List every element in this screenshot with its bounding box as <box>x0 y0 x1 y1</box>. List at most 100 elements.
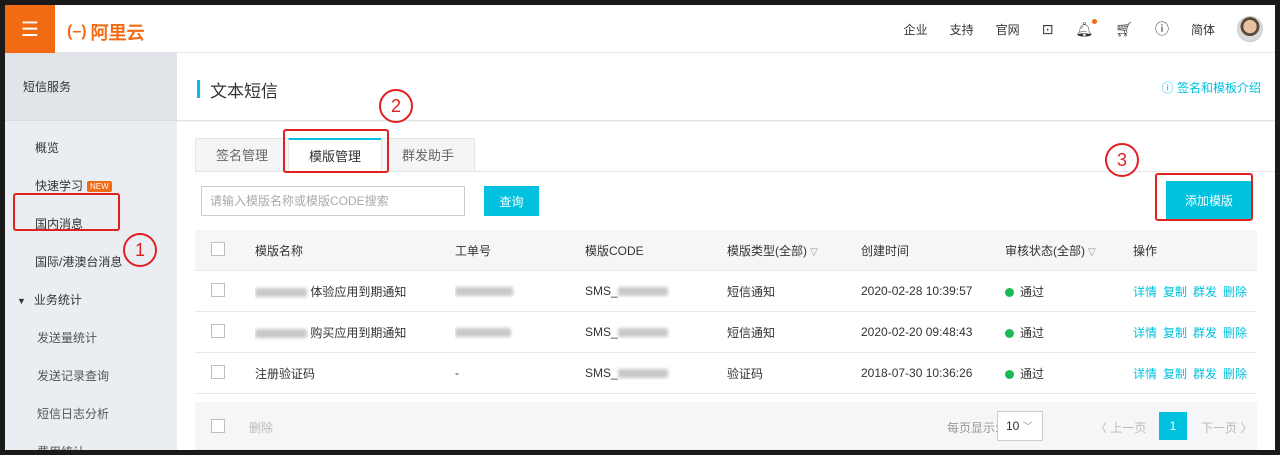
template-table: 模版名称 工单号 模版CODE 模版类型(全部) ▽ 创建时间 审核状态(全部) ▽… <box>195 230 1257 394</box>
sidebar-item-label: 快速学习 <box>35 179 84 193</box>
header-name: 模版名称 <box>255 243 304 258</box>
cart-icon[interactable]: 🛒︎ <box>1115 21 1133 38</box>
table-row: 体验应用到期通知 SMS_ 短信通知 2020-02-28 10:39:57 通… <box>195 271 1257 312</box>
detail-link[interactable]: 详情 <box>1133 326 1157 340</box>
sidebar-group-stats[interactable]: ▼ 业务统计 <box>5 281 177 319</box>
caret-down-icon: ▼ <box>17 296 26 306</box>
sidebar-item-log-analysis[interactable]: 短信日志分析 <box>5 395 177 433</box>
app-frame: ☰ (–) 阿里云 企业 支持 官网 ⊡ 🔔︎ 🛒︎ ⓘ 简体 短信服务 概览 … <box>5 5 1275 450</box>
filter-icon[interactable]: ▽ <box>810 247 818 258</box>
row-actions: 详情 复制 群发 删除 <box>1133 324 1257 341</box>
delete-link[interactable]: 删除 <box>1223 326 1247 340</box>
annotation-marker-2: 2 <box>379 89 413 123</box>
page-size-value: 10 <box>1006 419 1020 433</box>
batch-delete-button[interactable]: 删除 <box>249 419 273 436</box>
logo-text: 阿里云 <box>90 23 145 43</box>
header-type[interactable]: 模版类型(全部) ▽ <box>727 242 861 259</box>
template-name: 购买应用到期通知 <box>310 325 407 340</box>
top-bar: ☰ (–) 阿里云 企业 支持 官网 ⊡ 🔔︎ 🛒︎ ⓘ 简体 <box>5 5 1275 53</box>
template-code: SMS_ <box>585 325 618 339</box>
created-time: 2018-07-30 10:36:26 <box>861 366 973 380</box>
table-row: 注册验证码 - SMS_ 验证码 2018-07-30 10:36:26 通过 … <box>195 353 1257 394</box>
status-dot <box>1005 328 1014 338</box>
question-icon: ⓘ <box>1161 81 1174 95</box>
page-size-select[interactable]: 10 ﹀ <box>997 411 1043 441</box>
language-switch[interactable]: 简体 <box>1191 21 1215 38</box>
template-type: 短信通知 <box>727 325 776 340</box>
chevron-right-icon: 〉 <box>1240 421 1253 435</box>
tab-bulk-send[interactable]: 群发助手 <box>381 138 476 172</box>
status-dot <box>1005 287 1014 297</box>
bulk-send-link[interactable]: 群发 <box>1193 367 1217 381</box>
help-icon[interactable]: ⓘ <box>1155 19 1169 39</box>
title-accent-bar <box>197 80 200 98</box>
sidebar-item-overview[interactable]: 概览 <box>5 129 177 167</box>
next-page-button[interactable]: 下一页 〉 <box>1201 419 1252 436</box>
new-badge: NEW <box>87 181 112 193</box>
page-title: 文本短信 <box>210 82 278 101</box>
copy-link[interactable]: 复制 <box>1163 367 1187 381</box>
avatar[interactable] <box>1237 16 1263 42</box>
table-header: 模版名称 工单号 模版CODE 模版类型(全部) ▽ 创建时间 审核状态(全部) ▽… <box>195 230 1257 271</box>
nav-support[interactable]: 支持 <box>950 21 974 38</box>
help-link[interactable]: ⓘ 签名和模板介绍 <box>1162 79 1261 96</box>
next-page-label: 下一页 <box>1201 421 1238 435</box>
header-status[interactable]: 审核状态(全部) ▽ <box>1005 242 1133 259</box>
sidebar-group-label: 业务统计 <box>33 293 82 307</box>
annotation-box-domestic <box>13 193 120 231</box>
header-status-label: 审核状态(全部) <box>1005 243 1085 258</box>
ticket-no: - <box>455 366 459 380</box>
tab-signature[interactable]: 签名管理 <box>195 138 289 172</box>
notification-dot <box>1092 18 1098 24</box>
chevron-down-icon: ﹀ <box>1022 422 1033 433</box>
table-footer: 删除 每页显示: 10 ﹀ 〈 上一页 1 下一页 〉 <box>195 402 1257 450</box>
template-type: 验证码 <box>727 366 764 381</box>
copy-link[interactable]: 复制 <box>1163 326 1187 340</box>
bulk-send-link[interactable]: 群发 <box>1193 326 1217 340</box>
row-checkbox[interactable] <box>211 282 225 297</box>
header-type-label: 模版类型(全部) <box>727 243 807 258</box>
footer-select-all-checkbox[interactable] <box>211 419 225 433</box>
query-button[interactable]: 查询 <box>484 186 539 216</box>
row-checkbox[interactable] <box>211 364 225 379</box>
bell-icon[interactable]: 🔔︎ <box>1075 18 1098 38</box>
annotation-box-add-button <box>1155 173 1253 221</box>
nav-official-site[interactable]: 官网 <box>996 21 1020 38</box>
nav-enterprise[interactable]: 企业 <box>904 21 928 38</box>
filter-icon[interactable]: ▽ <box>1088 247 1096 258</box>
delete-link[interactable]: 删除 <box>1223 367 1247 381</box>
redacted-ticket-no <box>455 328 511 338</box>
sidebar-item-label: 国际/港澳台消息 <box>35 255 123 269</box>
redacted-ticket-no <box>455 287 513 297</box>
created-time: 2020-02-20 09:48:43 <box>861 325 973 339</box>
sidebar-title: 短信服务 <box>5 53 177 121</box>
created-time: 2020-02-28 10:39:57 <box>861 284 973 298</box>
template-code: SMS_ <box>585 366 618 380</box>
header-time: 创建时间 <box>861 243 910 258</box>
template-code: SMS_ <box>585 284 618 298</box>
bulk-send-link[interactable]: 群发 <box>1193 285 1217 299</box>
template-name: 体验应用到期通知 <box>310 284 407 299</box>
copy-link[interactable]: 复制 <box>1163 285 1187 299</box>
annotation-marker-3: 3 <box>1105 143 1139 177</box>
redacted-code <box>617 369 668 379</box>
status-dot <box>1005 369 1014 379</box>
sidebar-item-cost-stats[interactable]: 费用统计 <box>5 433 177 450</box>
main-area: 文本短信 ⓘ 签名和模板介绍 签名管理 模版管理 群发助手 查询 添加模版 模版… <box>177 53 1275 450</box>
logo[interactable]: (–) 阿里云 <box>67 19 145 45</box>
sidebar-item-send-volume[interactable]: 发送量统计 <box>5 319 177 357</box>
current-page[interactable]: 1 <box>1159 412 1187 440</box>
menu-icon[interactable]: ☰ <box>5 5 55 53</box>
terminal-icon[interactable]: ⊡ <box>1042 21 1054 38</box>
prev-page-button[interactable]: 〈 上一页 <box>1095 419 1146 436</box>
search-input[interactable] <box>201 186 465 216</box>
delete-link[interactable]: 删除 <box>1223 285 1247 299</box>
row-actions: 详情 复制 群发 删除 <box>1133 283 1257 300</box>
status-badge: 通过 <box>1020 325 1045 340</box>
row-checkbox[interactable] <box>211 323 225 338</box>
sidebar-item-send-records[interactable]: 发送记录查询 <box>5 357 177 395</box>
detail-link[interactable]: 详情 <box>1133 285 1157 299</box>
select-all-checkbox[interactable] <box>211 241 225 256</box>
header-ops: 操作 <box>1133 243 1158 258</box>
detail-link[interactable]: 详情 <box>1133 367 1157 381</box>
